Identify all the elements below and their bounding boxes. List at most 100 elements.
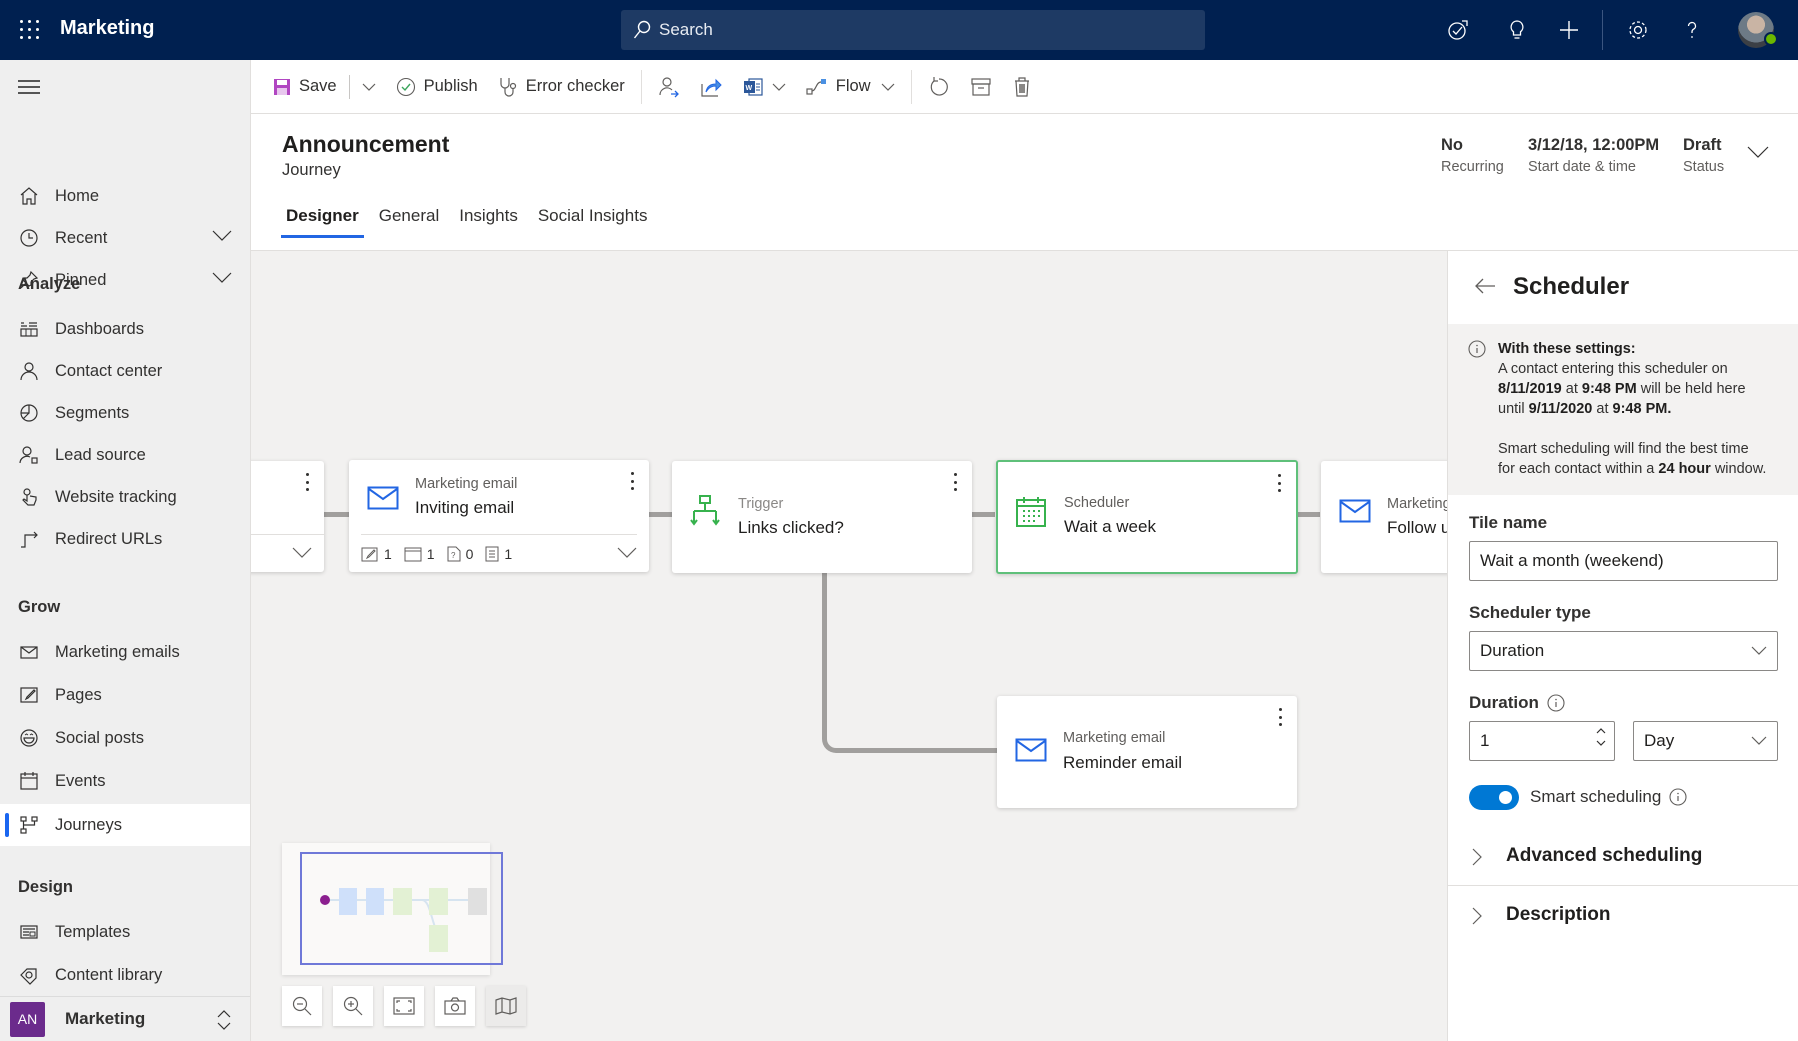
sidebar-item-templates[interactable]: Templates bbox=[0, 911, 250, 953]
info-icon bbox=[1468, 340, 1486, 358]
save-button[interactable]: Save bbox=[263, 69, 347, 105]
journey-tile-reminder-email[interactable]: Marketing email Reminder email bbox=[997, 696, 1297, 808]
tab-social-insights[interactable]: Social Insights bbox=[538, 206, 648, 238]
decrement-icon[interactable] bbox=[1596, 740, 1606, 747]
fit-to-screen-button[interactable] bbox=[384, 986, 424, 1026]
more-options-icon[interactable] bbox=[1278, 474, 1282, 492]
chevron-down-icon[interactable] bbox=[212, 230, 232, 242]
info-icon[interactable] bbox=[1669, 788, 1687, 806]
app-launcher-icon[interactable] bbox=[18, 18, 42, 42]
refresh-button[interactable] bbox=[918, 69, 960, 105]
stat-pages: 1 bbox=[361, 546, 392, 562]
more-options-icon[interactable] bbox=[306, 473, 310, 491]
sidebar-item-content-library[interactable]: Content library bbox=[0, 954, 250, 996]
sidebar-item-label: Content library bbox=[55, 965, 163, 984]
journey-tile-partial[interactable] bbox=[251, 461, 324, 572]
tab-general[interactable]: General bbox=[379, 206, 439, 238]
chevron-down-icon[interactable] bbox=[212, 272, 232, 284]
scheduler-type-select[interactable]: Duration bbox=[1469, 631, 1778, 671]
smart-scheduling-toggle[interactable] bbox=[1469, 785, 1519, 810]
sidebar-item-label: Segments bbox=[55, 403, 130, 422]
hamburger-menu-icon[interactable] bbox=[18, 80, 40, 96]
word-templates-button[interactable]: W bbox=[732, 69, 796, 105]
duration-unit-select[interactable]: Day bbox=[1633, 721, 1778, 761]
more-options-icon[interactable] bbox=[631, 472, 635, 490]
sidebar-item-label: Contact center bbox=[55, 361, 163, 380]
save-options-button[interactable] bbox=[352, 69, 386, 105]
publish-button[interactable]: Publish bbox=[386, 69, 488, 105]
duration-number-input[interactable]: 1 bbox=[1469, 721, 1615, 761]
screenshot-button[interactable] bbox=[435, 986, 475, 1026]
stat-value: 1 bbox=[384, 545, 392, 562]
section-title: Description bbox=[1506, 904, 1611, 925]
sidebar-item-recent[interactable]: Recent bbox=[0, 217, 250, 259]
stat-value: 0 bbox=[465, 545, 474, 562]
assign-button[interactable] bbox=[648, 69, 690, 105]
lightbulb-icon[interactable] bbox=[1505, 18, 1529, 42]
plus-icon[interactable] bbox=[1557, 18, 1581, 42]
tag-icon bbox=[17, 963, 41, 987]
assign-icon bbox=[659, 76, 679, 97]
chevron-up-down-icon[interactable] bbox=[216, 1009, 232, 1031]
duration-spinner[interactable] bbox=[1596, 727, 1606, 747]
section-advanced-scheduling[interactable]: Advanced scheduling bbox=[1448, 828, 1798, 886]
sidebar-item-segments[interactable]: Segments bbox=[0, 392, 250, 434]
tab-designer[interactable]: Designer bbox=[281, 206, 364, 238]
info-icon[interactable] bbox=[1547, 694, 1565, 712]
sidebar-item-journeys[interactable]: Journeys bbox=[0, 804, 250, 846]
tab-insights[interactable]: Insights bbox=[459, 206, 518, 238]
more-options-icon[interactable] bbox=[1279, 708, 1283, 726]
toggle-minimap-button[interactable] bbox=[486, 986, 526, 1026]
connector-line bbox=[1296, 512, 1320, 517]
connector-line bbox=[971, 512, 995, 517]
sidebar-item-social-posts[interactable]: Social posts bbox=[0, 717, 250, 759]
sidebar-item-website-tracking[interactable]: Website tracking bbox=[0, 476, 250, 518]
chevron-right-icon bbox=[1472, 848, 1482, 866]
sidebar-item-pages[interactable]: Pages bbox=[0, 674, 250, 716]
area-switcher[interactable]: AN Marketing bbox=[0, 996, 250, 1041]
increment-icon[interactable] bbox=[1596, 727, 1606, 734]
flow-button[interactable]: Flow bbox=[796, 69, 905, 105]
info-until: until bbox=[1498, 401, 1525, 417]
refresh-icon bbox=[930, 76, 948, 96]
journey-tile-scheduler[interactable]: Scheduler Wait a week bbox=[996, 460, 1298, 574]
sidebar-item-home[interactable]: Home bbox=[0, 175, 250, 217]
area-label: Marketing bbox=[65, 1009, 146, 1028]
area-badge: AN bbox=[10, 1001, 45, 1037]
sidebar-item-label: Journeys bbox=[55, 815, 122, 834]
section-description[interactable]: Description bbox=[1448, 887, 1798, 945]
archive-button[interactable] bbox=[960, 69, 1002, 105]
designer-canvas[interactable]: Marketing email Inviting email 1 1 ? 0 1 … bbox=[251, 251, 1447, 1041]
template-icon bbox=[17, 920, 41, 944]
search-box[interactable] bbox=[621, 10, 1205, 50]
sidebar-item-label: Dashboards bbox=[55, 319, 144, 338]
stat-value: 1 bbox=[426, 545, 435, 562]
zoom-out-button[interactable] bbox=[282, 986, 322, 1026]
journey-tile-trigger[interactable]: Trigger Links clicked? bbox=[672, 461, 972, 573]
search-input[interactable] bbox=[659, 10, 1189, 50]
info-at: at bbox=[1596, 401, 1609, 417]
settings-icon[interactable] bbox=[1626, 18, 1650, 42]
back-arrow-icon[interactable] bbox=[1474, 277, 1496, 295]
sidebar-item-dashboards[interactable]: Dashboards bbox=[0, 308, 250, 350]
sidebar-item-marketing-emails[interactable]: Marketing emails bbox=[0, 631, 250, 673]
minimap-viewport[interactable] bbox=[300, 852, 503, 965]
error-checker-button[interactable]: Error checker bbox=[488, 69, 635, 105]
expand-header-icon[interactable] bbox=[1747, 146, 1769, 158]
task-flow-icon[interactable] bbox=[1446, 18, 1470, 42]
zoom-in-button[interactable] bbox=[333, 986, 373, 1026]
minimap[interactable] bbox=[282, 843, 503, 975]
chevron-down-icon[interactable] bbox=[617, 547, 637, 559]
chevron-down-icon[interactable] bbox=[292, 547, 312, 559]
sidebar-item-contact-center[interactable]: Contact center bbox=[0, 350, 250, 392]
sidebar-item-events[interactable]: Events bbox=[0, 760, 250, 802]
sidebar-item-redirect-urls[interactable]: Redirect URLs bbox=[0, 518, 250, 560]
journey-tile-inviting-email[interactable]: Marketing email Inviting email 1 1 ? 0 1 bbox=[349, 460, 649, 572]
delete-button[interactable] bbox=[1002, 69, 1042, 105]
share-button[interactable] bbox=[690, 69, 732, 105]
help-icon[interactable] bbox=[1680, 18, 1704, 42]
sidebar-item-lead-source[interactable]: Lead source bbox=[0, 434, 250, 476]
tile-name-input[interactable]: Wait a month (weekend) bbox=[1469, 541, 1778, 581]
journey-tile-follow-up[interactable]: Marketing email Follow up bbox=[1321, 461, 1447, 573]
more-options-icon[interactable] bbox=[954, 473, 958, 491]
